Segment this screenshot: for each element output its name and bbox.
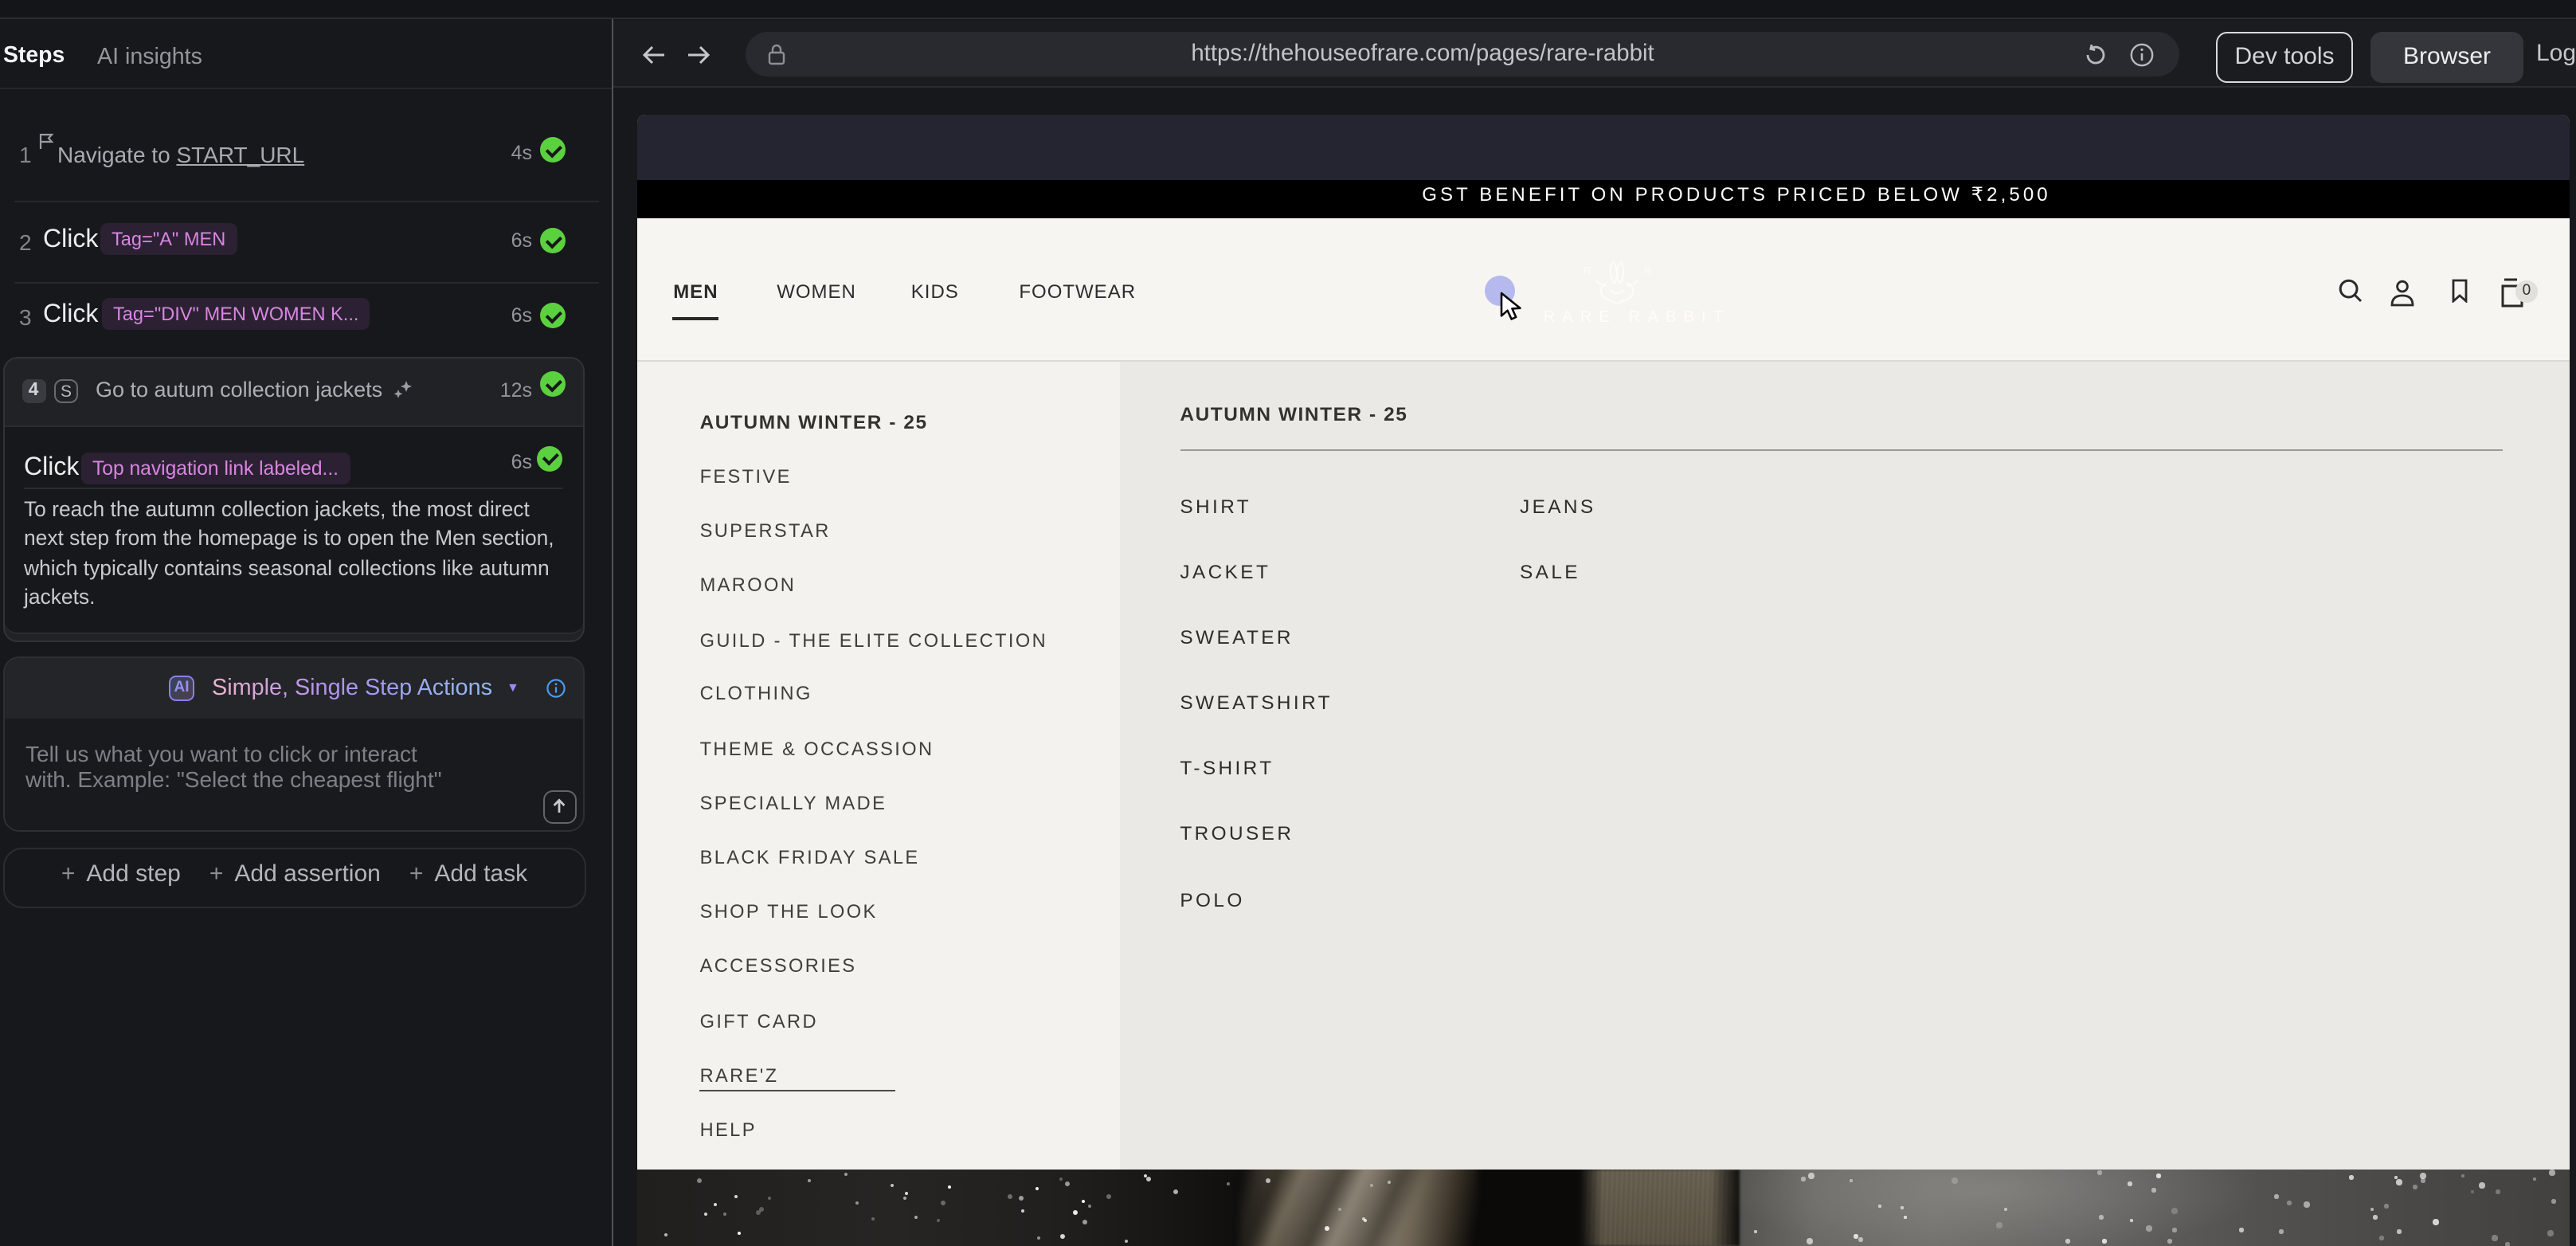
svg-text:R: R [1584,264,1591,276]
svg-text:R: R [1644,264,1651,276]
